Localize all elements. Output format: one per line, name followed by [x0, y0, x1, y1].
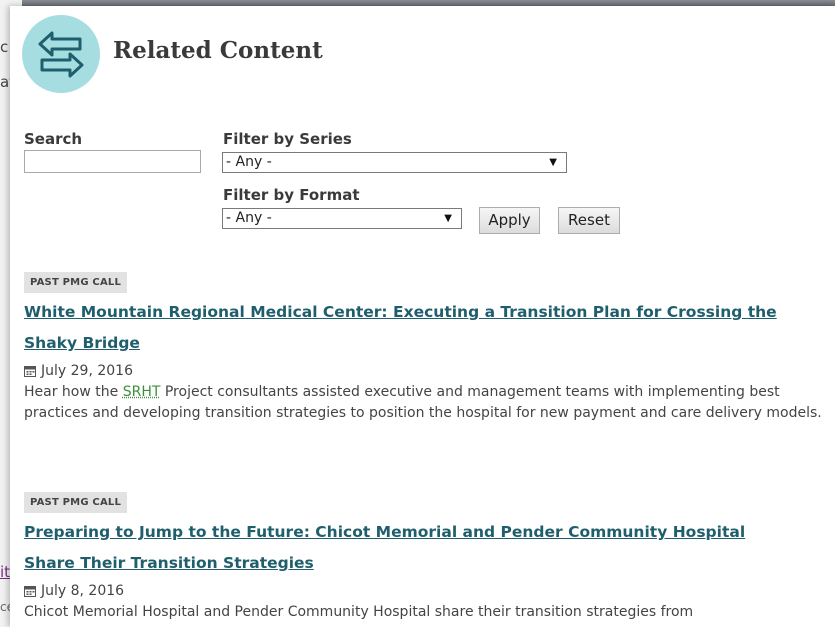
calendar-icon: [24, 363, 36, 383]
background-text-fragment: c: [0, 38, 9, 56]
item-description: Hear how the SRHT Project consultants as…: [24, 382, 824, 424]
search-input[interactable]: [24, 150, 201, 173]
panel-header: Related Content: [22, 15, 422, 95]
item-date: July 8, 2016: [24, 581, 824, 601]
srht-abbreviation[interactable]: SRHT: [123, 384, 161, 400]
item-title-line: Preparing to Jump to the Future: Chicot …: [24, 523, 746, 541]
item-title-line: Share Their Transition Strategies: [24, 554, 314, 572]
reset-button[interactable]: Reset: [558, 207, 620, 234]
apply-button[interactable]: Apply: [479, 207, 540, 234]
item-date-text: July 8, 2016: [41, 583, 125, 599]
format-filter-value: - Any -: [226, 210, 272, 226]
exchange-arrows-icon: [22, 15, 100, 93]
format-filter-select[interactable]: - Any - ▼: [222, 208, 462, 229]
list-item: PAST PMG CALL White Mountain Regional Me…: [24, 270, 824, 424]
item-title-link[interactable]: Preparing to Jump to the Future: Chicot …: [24, 517, 824, 579]
series-filter-value: - Any -: [226, 154, 272, 170]
item-description-text: Hear how the: [24, 384, 123, 400]
list-item: PAST PMG CALL Preparing to Jump to the F…: [24, 490, 824, 623]
series-filter-label: Filter by Series: [223, 130, 352, 148]
content-type-badge: PAST PMG CALL: [24, 272, 128, 293]
related-content-panel: Related Content Search Filter by Series …: [10, 6, 835, 627]
calendar-icon: [24, 583, 36, 603]
series-filter-select[interactable]: - Any - ▼: [222, 152, 567, 173]
item-title-line: Shaky Bridge: [24, 334, 140, 352]
page-title: Related Content: [113, 37, 323, 64]
dropdown-arrow-icon: ▼: [549, 157, 557, 168]
item-title-link[interactable]: White Mountain Regional Medical Center: …: [24, 297, 824, 359]
background-link-fragment[interactable]: it: [0, 563, 10, 581]
dropdown-arrow-icon: ▼: [444, 213, 452, 224]
item-description: Chicot Memorial Hospital and Pender Comm…: [24, 604, 694, 620]
format-filter-label: Filter by Format: [223, 186, 360, 204]
search-label: Search: [24, 130, 83, 148]
item-date: July 29, 2016: [24, 361, 824, 381]
item-title-line: White Mountain Regional Medical Center: …: [24, 303, 777, 321]
content-type-badge: PAST PMG CALL: [24, 492, 128, 513]
item-date-text: July 29, 2016: [41, 363, 133, 379]
